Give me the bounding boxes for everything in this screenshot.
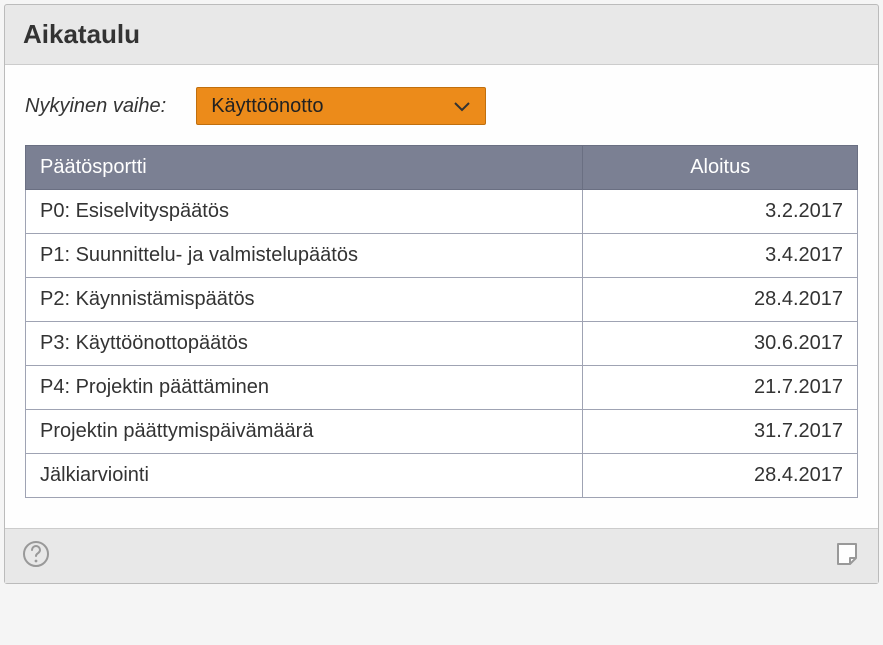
cell-start-date: 28.4.2017 bbox=[583, 278, 858, 322]
table-row: P1: Suunnittelu- ja valmistelupäätös3.4.… bbox=[26, 234, 858, 278]
current-phase-select[interactable]: Käyttöönotto bbox=[196, 87, 486, 125]
cell-decision-gate: P0: Esiselvityspäätös bbox=[26, 190, 583, 234]
current-phase-label: Nykyinen vaihe: bbox=[25, 95, 166, 118]
schedule-table: Päätösportti Aloitus P0: Esiselvityspäät… bbox=[25, 145, 858, 498]
table-row: P0: Esiselvityspäätös3.2.2017 bbox=[26, 190, 858, 234]
cell-start-date: 3.4.2017 bbox=[583, 234, 858, 278]
panel-body: Nykyinen vaihe: Käyttöönotto Päätösportt… bbox=[5, 65, 878, 528]
table-row: P2: Käynnistämispäätös28.4.2017 bbox=[26, 278, 858, 322]
header-start: Aloitus bbox=[583, 146, 858, 190]
schedule-panel: Aikataulu Nykyinen vaihe: Käyttöönotto P… bbox=[4, 4, 879, 584]
current-phase-row: Nykyinen vaihe: Käyttöönotto bbox=[25, 87, 858, 125]
panel-footer bbox=[5, 528, 878, 583]
table-row: P4: Projektin päättäminen21.7.2017 bbox=[26, 366, 858, 410]
note-icon bbox=[833, 540, 861, 573]
panel-title: Aikataulu bbox=[23, 19, 860, 50]
help-icon bbox=[22, 540, 50, 573]
cell-decision-gate: P2: Käynnistämispäätös bbox=[26, 278, 583, 322]
note-button[interactable] bbox=[830, 539, 864, 573]
cell-decision-gate: Projektin päättymispäivämäärä bbox=[26, 410, 583, 454]
cell-start-date: 3.2.2017 bbox=[583, 190, 858, 234]
help-button[interactable] bbox=[19, 539, 53, 573]
cell-start-date: 31.7.2017 bbox=[583, 410, 858, 454]
table-row: Projektin päättymispäivämäärä31.7.2017 bbox=[26, 410, 858, 454]
cell-decision-gate: P3: Käyttöönottopäätös bbox=[26, 322, 583, 366]
cell-start-date: 30.6.2017 bbox=[583, 322, 858, 366]
header-decision-gate: Päätösportti bbox=[26, 146, 583, 190]
cell-decision-gate: P1: Suunnittelu- ja valmistelupäätös bbox=[26, 234, 583, 278]
cell-start-date: 21.7.2017 bbox=[583, 366, 858, 410]
chevron-down-icon bbox=[453, 100, 471, 112]
table-row: Jälkiarviointi28.4.2017 bbox=[26, 454, 858, 498]
panel-header: Aikataulu bbox=[5, 5, 878, 65]
cell-decision-gate: Jälkiarviointi bbox=[26, 454, 583, 498]
current-phase-value: Käyttöönotto bbox=[211, 95, 323, 118]
cell-decision-gate: P4: Projektin päättäminen bbox=[26, 366, 583, 410]
table-row: P3: Käyttöönottopäätös30.6.2017 bbox=[26, 322, 858, 366]
cell-start-date: 28.4.2017 bbox=[583, 454, 858, 498]
